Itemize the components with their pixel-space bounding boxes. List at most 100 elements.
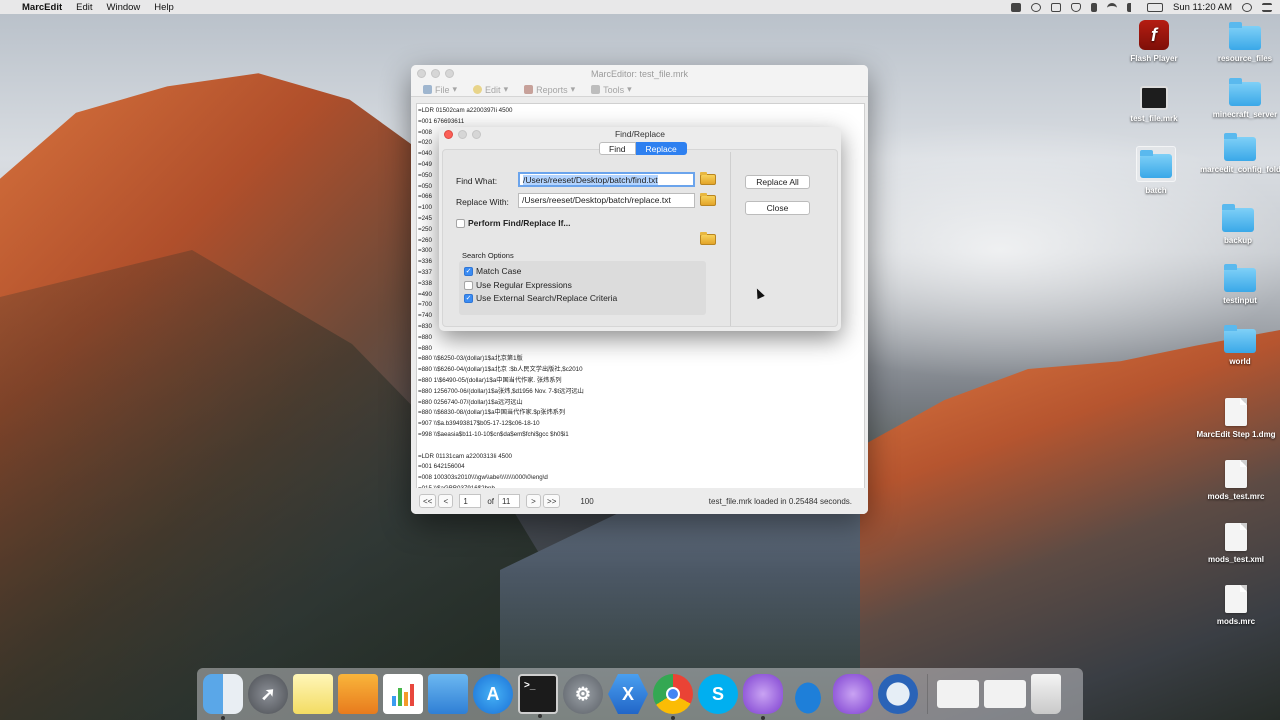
- keynote-icon[interactable]: [428, 674, 468, 714]
- desktop-icon-batch[interactable]: batch: [1116, 146, 1196, 195]
- replace-browse-button[interactable]: [700, 193, 716, 206]
- downloads-stack-icon[interactable]: [937, 680, 979, 708]
- next-page-button[interactable]: >: [526, 494, 542, 508]
- marcedit-icon[interactable]: [743, 674, 783, 720]
- system-preferences-icon[interactable]: ⚙: [563, 674, 603, 714]
- notes-icon[interactable]: [293, 674, 333, 714]
- close-dialog-button[interactable]: [444, 130, 453, 139]
- perform-if-checkbox[interactable]: [456, 219, 465, 228]
- quicktime-icon[interactable]: [878, 674, 918, 714]
- document-icon: [1225, 460, 1247, 488]
- menu-edit[interactable]: Edit: [76, 2, 92, 13]
- spotlight-icon[interactable]: [1242, 2, 1252, 12]
- first-page-button[interactable]: <<: [419, 494, 437, 508]
- dialog-titlebar[interactable]: Find/Replace: [439, 127, 841, 141]
- file-menu-button[interactable]: File ▾: [423, 84, 457, 95]
- tab-find[interactable]: Find: [599, 142, 636, 155]
- reports-menu-label: Reports: [536, 84, 568, 95]
- desktop-icon-world[interactable]: world: [1200, 325, 1280, 366]
- bluetooth-icon[interactable]: [1091, 2, 1098, 12]
- menu-app-name[interactable]: MarcEdit: [22, 2, 62, 13]
- selection-highlight: [1136, 146, 1176, 182]
- xamarin-icon[interactable]: X: [608, 674, 648, 714]
- find-what-input[interactable]: /Users/reeset/Desktop/batch/find.txt: [518, 172, 695, 187]
- menu-window[interactable]: Window: [107, 2, 141, 13]
- find-what-value: /Users/reeset/Desktop/batch/find.txt: [523, 175, 658, 185]
- match-case-label: Match Case: [476, 266, 522, 276]
- of-label: of: [487, 496, 495, 506]
- finder-icon[interactable]: [203, 674, 243, 720]
- terminal-icon[interactable]: >_: [518, 674, 558, 718]
- document-icon: [1225, 585, 1247, 613]
- tab-replace[interactable]: Replace: [635, 142, 687, 155]
- desktop-icon-label: world: [1229, 357, 1251, 366]
- shield-status-icon[interactable]: [1071, 2, 1082, 12]
- record-status-icon[interactable]: [1031, 2, 1042, 12]
- desktop-icon-label: test_file.mrk: [1130, 114, 1178, 123]
- editor-footer: << < 1 of 11 > >> 100 test_file.mrk load…: [411, 488, 868, 514]
- find-browse-button[interactable]: [700, 172, 716, 185]
- regex-checkbox[interactable]: [464, 281, 473, 290]
- sync-status-icon[interactable]: [1051, 2, 1062, 12]
- app-store-icon[interactable]: A: [473, 674, 513, 714]
- folder-icon: [700, 232, 716, 245]
- desktop-icon-marcedit-config[interactable]: marcedit_config_folder: [1200, 133, 1280, 174]
- trash-icon[interactable]: [1031, 674, 1061, 714]
- desktop-icon-mods-mrc[interactable]: mods.mrc: [1196, 585, 1276, 626]
- cloud-status-icon[interactable]: [1011, 2, 1022, 12]
- desktop-icon-flash-player[interactable]: f Flash Player: [1114, 20, 1194, 63]
- match-case-checkbox[interactable]: ✓: [464, 267, 473, 276]
- previous-page-button[interactable]: <: [438, 494, 454, 508]
- folder-icon: [700, 193, 716, 206]
- window-titlebar[interactable]: MarcEditor: test_file.mrk: [411, 65, 868, 83]
- marcedit-alt-icon[interactable]: [833, 674, 873, 714]
- desktop-icon-minecraft-server[interactable]: minecraft_server: [1205, 78, 1280, 119]
- marc-line: =880 \\$6250-03/(dollar)1$a北京第1版: [418, 355, 523, 363]
- edit-menu-label: Edit: [485, 84, 501, 95]
- minimize-dialog-button[interactable]: [458, 130, 467, 139]
- minimize-window-button[interactable]: [431, 69, 440, 78]
- desktop-icon-mods-test-mrc[interactable]: mods_test.mrc: [1196, 460, 1276, 501]
- desktop-icon-test-file[interactable]: test_file.mrk: [1114, 86, 1194, 123]
- marc-line: =880: [418, 333, 432, 341]
- editor-toolbar: File ▾ Edit ▾ Reports ▾ Tools ▾: [411, 83, 868, 97]
- terminal-document-icon: [1140, 86, 1168, 110]
- menu-clock[interactable]: Sun 11:20 AM: [1173, 2, 1232, 13]
- desktop-icon-label: backup: [1223, 236, 1252, 245]
- volume-icon[interactable]: [1127, 2, 1137, 12]
- tools-menu-button[interactable]: Tools ▾: [591, 84, 632, 95]
- launchpad-icon[interactable]: ➚: [248, 674, 288, 714]
- criteria-browse-button[interactable]: [700, 232, 716, 245]
- skype-icon[interactable]: S: [698, 674, 738, 714]
- pages-icon[interactable]: [338, 674, 378, 714]
- desktop-icon-resource-files[interactable]: resource_files: [1205, 22, 1280, 63]
- zoom-dialog-button[interactable]: [472, 130, 481, 139]
- zoom-window-button[interactable]: [445, 69, 454, 78]
- battery-icon[interactable]: [1147, 2, 1164, 12]
- edit-menu-button[interactable]: Edit ▾: [473, 84, 508, 95]
- desktop-icon-testinput[interactable]: testinput: [1200, 264, 1280, 305]
- close-window-button[interactable]: [417, 69, 426, 78]
- wifi-icon[interactable]: [1107, 2, 1118, 12]
- replace-with-input[interactable]: /Users/reeset/Desktop/batch/replace.txt: [518, 193, 695, 208]
- marc-line: =998 \\$aeasia$b11-10-10$cn$da$em$fchi$g…: [418, 430, 569, 438]
- desktop-icon-label: mods.mrc: [1216, 617, 1256, 626]
- documents-stack-icon[interactable]: [984, 680, 1026, 708]
- menu-help[interactable]: Help: [154, 2, 174, 13]
- chrome-center-icon: [666, 687, 680, 701]
- close-button[interactable]: Close: [745, 201, 810, 215]
- numbers-icon[interactable]: [383, 674, 423, 714]
- replace-all-button[interactable]: Replace All: [745, 175, 810, 189]
- chrome-icon[interactable]: [653, 674, 693, 720]
- reports-menu-button[interactable]: Reports ▾: [524, 84, 575, 95]
- last-page-button[interactable]: >>: [543, 494, 561, 508]
- notification-center-icon[interactable]: [1262, 2, 1272, 12]
- page-number-input[interactable]: 1: [459, 494, 482, 508]
- onedrive-icon[interactable]: [788, 674, 828, 714]
- reports-icon: [524, 85, 534, 94]
- dock-separator: [927, 674, 928, 714]
- desktop-icon-backup[interactable]: backup: [1198, 204, 1278, 245]
- desktop-icon-mods-test-xml[interactable]: mods_test.xml: [1196, 523, 1276, 564]
- external-criteria-checkbox[interactable]: ✓: [464, 294, 473, 303]
- desktop-icon-marcedit-dmg[interactable]: MarcEdit Step 1.dmg: [1196, 398, 1276, 439]
